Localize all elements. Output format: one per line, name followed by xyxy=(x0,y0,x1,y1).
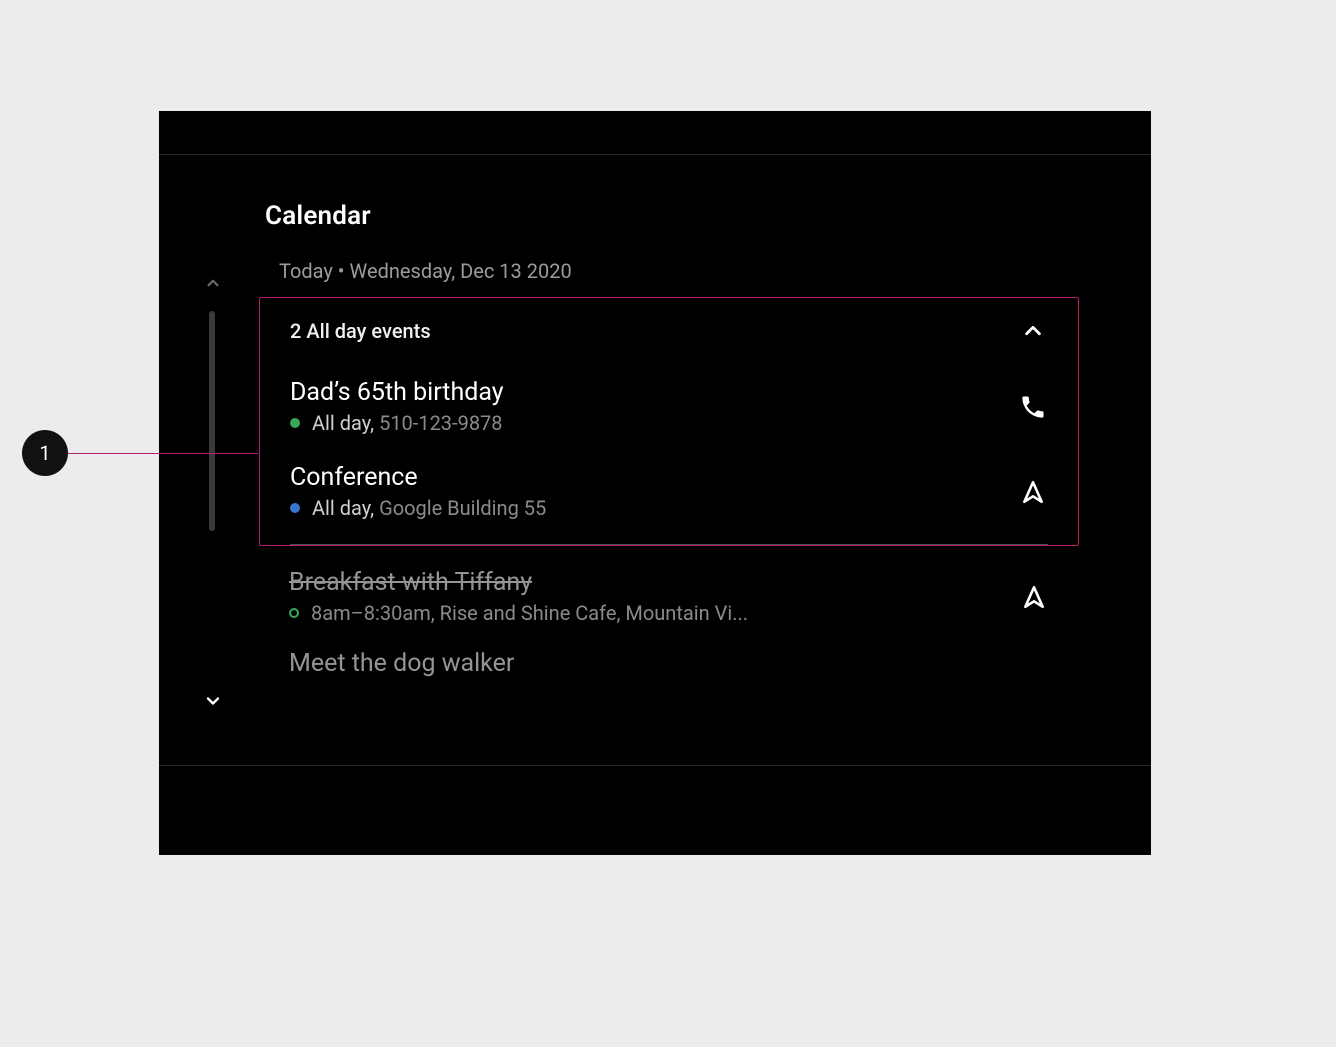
event-detail: 510-123-9878 xyxy=(379,411,502,435)
section-divider xyxy=(290,544,1048,545)
calendar-color-dot xyxy=(290,503,300,513)
scroll-track[interactable] xyxy=(209,311,215,531)
main-column: Calendar Today • Wednesday, Dec 13 2020 … xyxy=(265,155,1131,855)
calendar-color-dot xyxy=(289,608,299,618)
event-title: Breakfast with Tiffany xyxy=(289,568,1019,597)
annotation-badge: 1 xyxy=(22,430,68,476)
all-day-header-title: 2 All day events xyxy=(290,319,431,343)
event-title: Conference xyxy=(290,463,1018,492)
event-row[interactable]: Meet the dog walker xyxy=(259,639,1079,682)
date-subtitle: Today • Wednesday, Dec 13 2020 xyxy=(279,259,1131,283)
event-row[interactable]: Dad’s 65th birthday All day, 510-123-987… xyxy=(260,364,1078,449)
scroll-rail xyxy=(194,155,232,855)
event-row[interactable]: Breakfast with Tiffany 8am–8:30am, Rise … xyxy=(259,546,1079,639)
event-detail: Google Building 55 xyxy=(379,496,546,520)
collapse-button[interactable] xyxy=(1018,316,1048,346)
timed-events-section: Breakfast with Tiffany 8am–8:30am, Rise … xyxy=(259,546,1079,682)
event-detail: Rise and Shine Cafe, Mountain Vi... xyxy=(440,601,748,625)
scroll-down-button[interactable] xyxy=(203,691,223,711)
event-time: 8am–8:30am, xyxy=(311,601,435,625)
calendar-color-dot xyxy=(290,418,300,428)
event-meta: All day, Google Building 55 xyxy=(290,496,1018,520)
event-title: Meet the dog walker xyxy=(289,649,1049,678)
event-title: Dad’s 65th birthday xyxy=(290,378,1018,407)
annotation-label: 1 xyxy=(39,441,50,465)
navigate-button[interactable] xyxy=(1019,582,1049,612)
call-button[interactable] xyxy=(1018,392,1048,422)
chevron-up-icon xyxy=(204,274,222,292)
app-title: Calendar xyxy=(265,201,1131,231)
event-text: Conference All day, Google Building 55 xyxy=(290,463,1018,520)
event-row[interactable]: Conference All day, Google Building 55 xyxy=(260,449,1078,534)
event-text: Dad’s 65th birthday All day, 510-123-987… xyxy=(290,378,1018,435)
annotation-leader-line xyxy=(68,453,258,454)
event-time: All day, xyxy=(312,411,374,435)
scroll-up-button[interactable] xyxy=(203,273,223,293)
event-meta: All day, 510-123-9878 xyxy=(290,411,1018,435)
all-day-section-highlight: 2 All day events Dad’s 65th birthday All… xyxy=(259,297,1079,546)
navigate-icon xyxy=(1020,479,1046,505)
event-text: Breakfast with Tiffany 8am–8:30am, Rise … xyxy=(289,568,1019,625)
status-bar xyxy=(159,111,1151,155)
app-content: Calendar Today • Wednesday, Dec 13 2020 … xyxy=(159,155,1151,855)
chevron-down-icon xyxy=(203,691,223,711)
event-time: All day, xyxy=(312,496,374,520)
all-day-header-row[interactable]: 2 All day events xyxy=(260,298,1078,364)
chevron-up-icon xyxy=(1022,320,1044,342)
navigate-button[interactable] xyxy=(1018,477,1048,507)
event-meta: 8am–8:30am, Rise and Shine Cafe, Mountai… xyxy=(289,601,1019,625)
calendar-device-frame: Calendar Today • Wednesday, Dec 13 2020 … xyxy=(159,111,1151,855)
phone-icon xyxy=(1019,393,1047,421)
event-text: Meet the dog walker xyxy=(289,649,1049,682)
navigate-icon xyxy=(1021,584,1047,610)
